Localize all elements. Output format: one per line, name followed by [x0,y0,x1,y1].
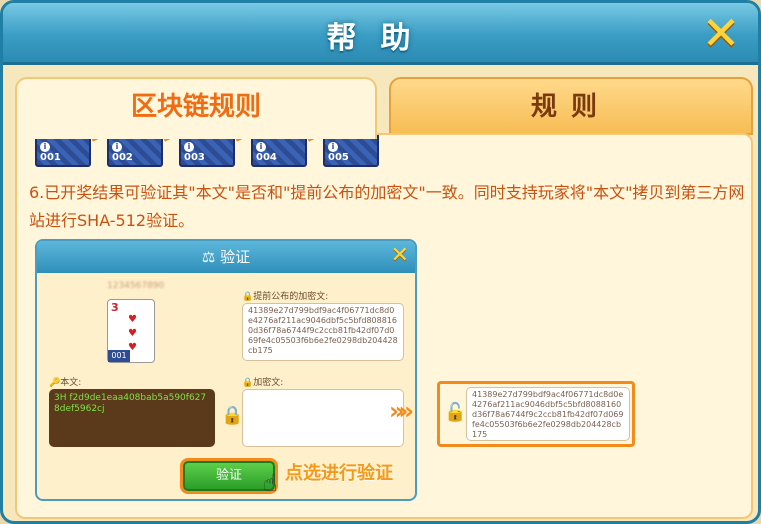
verify-panel-header: ⚖ 验证 [37,241,415,273]
rule-description: 6.已开奖结果可验证其"本文"是否和"提前公布的加密文"一致。同时支持玩家将"本… [29,183,745,230]
unlock-icon: 🔓 [444,402,467,423]
tab-blockchain-rules[interactable]: 区块链规则 [15,77,377,139]
tab-label: 区块链规则 [130,92,261,122]
heart-icon: ♥ [128,314,137,325]
key-icon: 🔑 [49,378,61,388]
page-title: 帮助 [326,21,435,56]
title-bar: 帮助 ✕ [3,3,758,65]
cipher-label: 🔒加密文: [242,378,284,388]
plaintext-field: 3H f2d9de1eaa408bab5a590f6278def5962cj [49,389,215,447]
rule-content: i 001 i 002 i 003 i 004 i 005 6.已开奖结果可验证其"本文"… [15,133,753,519]
tab-rules[interactable]: 规则 [389,77,753,135]
lock-icon: 🔒 [242,378,254,388]
cipher-field [242,389,404,447]
arrow-icon: »» [389,397,414,425]
close-icon[interactable]: ✕ [698,10,744,57]
close-icon: ✕ [390,243,409,268]
result-hash: 41389e27d799bdf9ac4f06771dc8d0e4276af211… [466,387,630,441]
click-hint: 点选进行验证 [285,463,393,484]
blurred-id: 1234567890 [107,281,165,291]
announced-hash: 41389e27d799bdf9ac4f06771dc8d0e4276af211… [242,303,404,361]
plaintext-label: 🔑本文: [49,378,82,388]
help-dialog: 帮助 ✕ 区块链规则 规则 i 001 i 002 i 003 i 004 i 005 6… [0,0,761,524]
announced-label: 🔒提前公布的加密文: [242,292,329,302]
lock-icon: 🔒 [221,405,244,426]
tab-label: 规则 [530,92,611,122]
scale-icon: ⚖ [201,248,216,266]
hand-pointer-icon: ☝ [263,469,278,497]
lock-icon: 🔒 [242,292,254,302]
playing-card: 3 ♥ ♥ ♥ 001 [107,299,155,363]
verify-panel-title: 验证 [220,248,251,266]
heart-icon: ♥ [128,328,137,339]
verify-button: 验证 [183,461,275,491]
result-box: 🔓 41389e27d799bdf9ac4f06771dc8d0e4276af2… [437,381,635,447]
